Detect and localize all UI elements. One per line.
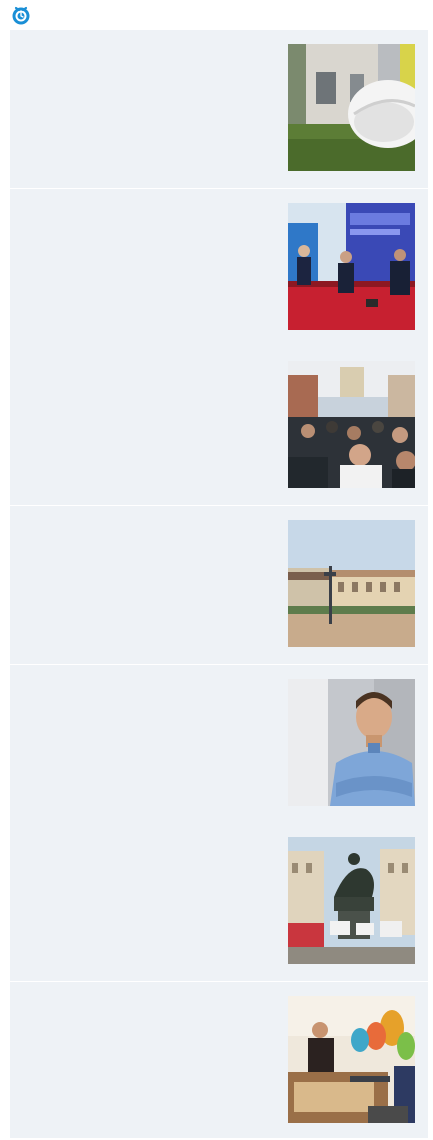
article-feed (10, 30, 428, 1138)
smiling-man-portrait-photo-icon (288, 679, 415, 806)
hard-hat-building-photo-icon (288, 44, 415, 171)
article-card[interactable] (10, 506, 428, 665)
conference-stage-panel-photo-icon (288, 203, 415, 330)
workshop-table-photo-icon (288, 996, 415, 1123)
article-thumbnail[interactable] (288, 520, 415, 647)
site-logo-link[interactable] (10, 4, 32, 26)
article-thumbnail[interactable] (288, 361, 415, 488)
blue-clock-logo-icon (12, 6, 30, 25)
article-thumbnail[interactable] (288, 996, 415, 1123)
article-thumbnail[interactable] (288, 837, 415, 964)
article-card[interactable] (10, 189, 428, 506)
equestrian-statue-photo-icon (288, 837, 415, 964)
article-card[interactable] (10, 982, 428, 1138)
article-card[interactable] (10, 665, 428, 982)
article-thumbnail[interactable] (288, 203, 415, 330)
crowd-in-square-photo-icon (288, 361, 415, 488)
site-header (0, 0, 433, 30)
article-card[interactable] (10, 30, 428, 189)
article-thumbnail[interactable] (288, 679, 415, 806)
article-thumbnail[interactable] (288, 44, 415, 171)
city-square-palace-photo-icon (288, 520, 415, 647)
